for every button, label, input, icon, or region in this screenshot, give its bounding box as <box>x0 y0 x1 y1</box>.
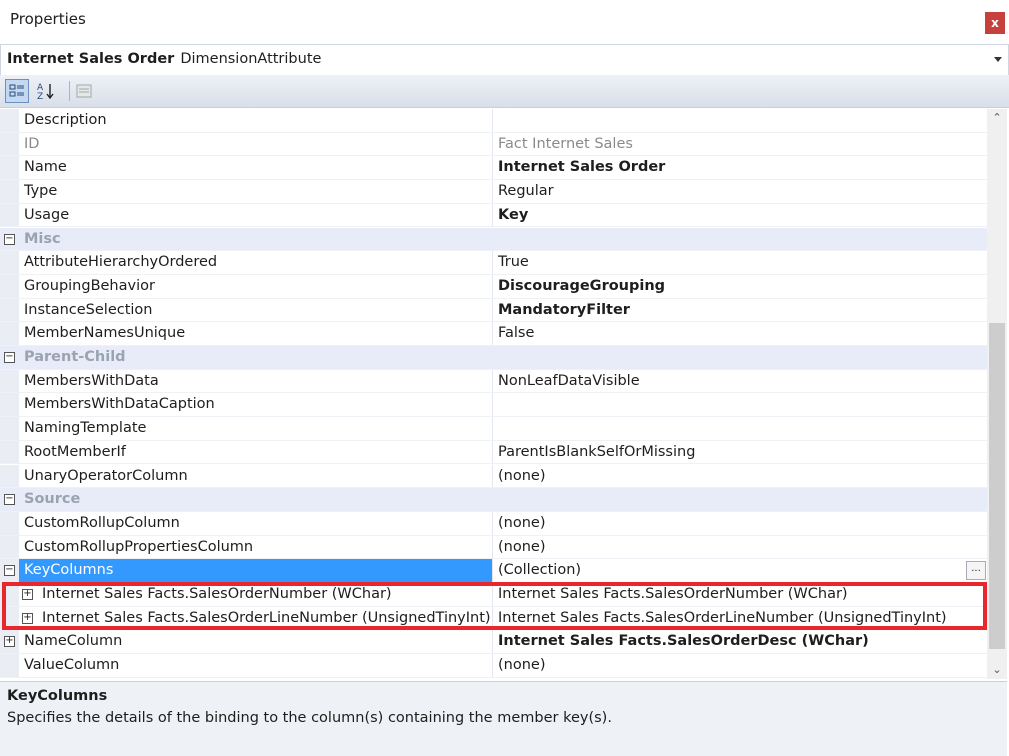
category-source[interactable]: − Source <box>0 488 987 512</box>
property-pages-icon[interactable] <box>72 79 96 103</box>
property-name: Internet Sales Facts.SalesOrderLineNumbe… <box>42 609 491 626</box>
property-value[interactable]: (none) <box>498 515 546 531</box>
property-value[interactable]: Internet Sales Facts.SalesOrderNumber (W… <box>498 586 848 602</box>
property-value[interactable]: (none) <box>498 468 546 484</box>
property-name: KeyColumns <box>24 562 114 579</box>
vertical-scrollbar[interactable]: ⌃ ⌄ <box>987 109 1007 679</box>
collapse-icon[interactable]: − <box>4 565 15 577</box>
property-row-instance-selection[interactable]: InstanceSelection MandatoryFilter <box>0 298 987 323</box>
property-value[interactable]: Key <box>498 207 528 223</box>
property-value: Fact Internet Sales <box>498 135 633 152</box>
property-name: AttributeHierarchyOrdered <box>24 254 218 271</box>
property-row-root-member-if[interactable]: RootMemberIf ParentIsBlankSelfOrMissing <box>0 440 987 465</box>
description-panel: KeyColumns Specifies the details of the … <box>0 681 1007 756</box>
scroll-thumb[interactable] <box>989 323 1005 649</box>
property-name: MemberNamesUnique <box>24 325 186 342</box>
collapse-icon[interactable]: − <box>4 494 15 506</box>
property-row-member-names-unique[interactable]: MemberNamesUnique False <box>0 322 987 346</box>
description-title: KeyColumns <box>7 688 108 704</box>
property-name: Usage <box>24 206 70 223</box>
property-name: NameColumn <box>24 633 123 650</box>
category-misc[interactable]: − Misc <box>0 227 987 252</box>
property-value[interactable]: False <box>498 325 534 341</box>
property-row-description[interactable]: Description <box>0 109 987 133</box>
property-row-custom-rollup-column[interactable]: CustomRollupColumn (none) <box>0 511 987 536</box>
property-value[interactable]: Internet Sales Facts.SalesOrderLineNumbe… <box>498 610 947 626</box>
property-row-key-columns[interactable]: − KeyColumns (Collection)... <box>0 559 987 583</box>
description-text: Specifies the details of the binding to … <box>7 710 612 726</box>
scroll-up-icon[interactable]: ⌃ <box>987 109 1007 127</box>
property-name: GroupingBehavior <box>24 277 155 294</box>
title-bar: Properties x <box>0 0 1009 40</box>
property-value[interactable]: (none) <box>498 657 546 673</box>
property-grid: Description ID Fact Internet Sales Name In… <box>0 109 987 679</box>
property-name: MembersWithDataCaption <box>24 396 215 413</box>
property-name: Description <box>24 112 107 128</box>
property-name: RootMemberIf <box>24 443 126 460</box>
category-label: Source <box>24 491 81 508</box>
property-value[interactable]: ParentIsBlankSelfOrMissing <box>498 444 695 460</box>
property-row-key-column-1[interactable]: + Internet Sales Facts.SalesOrderNumber (… <box>0 583 987 607</box>
property-value[interactable]: NonLeafDataVisible <box>498 373 640 389</box>
property-row-value-column[interactable]: ValueColumn (none) <box>0 654 987 678</box>
property-row-attribute-hierarchy-ordered[interactable]: AttributeHierarchyOrdered True <box>0 251 987 275</box>
property-value[interactable]: Internet Sales Order <box>498 159 665 175</box>
category-parent-child[interactable]: − Parent-Child <box>0 346 987 370</box>
expand-icon[interactable]: + <box>22 589 33 600</box>
category-label: Misc <box>24 230 61 247</box>
property-row-type[interactable]: Type Regular <box>0 180 987 204</box>
property-row-members-with-data[interactable]: MembersWithData NonLeafDataVisible <box>0 369 987 394</box>
expand-icon[interactable]: + <box>4 636 15 648</box>
property-name: ValueColumn <box>24 657 120 674</box>
property-name: CustomRollupColumn <box>24 514 180 531</box>
object-type: DimensionAttribute <box>180 51 322 67</box>
property-row-key-column-2[interactable]: + Internet Sales Facts.SalesOrderLineNumb… <box>0 606 987 631</box>
property-value[interactable]: (none) <box>498 539 546 555</box>
property-name: ID <box>24 135 40 152</box>
property-name: CustomRollupPropertiesColumn <box>24 538 254 555</box>
category-label: Parent-Child <box>24 349 126 365</box>
toolbar-separator <box>69 81 70 101</box>
property-name: Name <box>24 159 67 176</box>
property-value[interactable]: Regular <box>498 183 554 199</box>
property-row-unary-operator-column[interactable]: UnaryOperatorColumn (none) <box>0 464 987 489</box>
object-selector[interactable]: Internet Sales Order DimensionAttribute <box>0 44 1009 76</box>
object-name-text: Internet Sales Order <box>7 51 175 67</box>
expand-icon[interactable]: + <box>22 612 33 624</box>
svg-text:Z: Z <box>37 92 43 101</box>
alphabetical-icon[interactable]: AZ <box>34 79 58 103</box>
window-title: Properties <box>10 10 86 28</box>
property-name: InstanceSelection <box>24 301 153 318</box>
property-value[interactable]: True <box>498 254 529 270</box>
collapse-icon[interactable]: − <box>4 233 15 245</box>
chevron-down-icon[interactable] <box>994 57 1002 62</box>
property-value[interactable]: (Collection) <box>498 562 581 578</box>
property-row-grouping-behavior[interactable]: GroupingBehavior DiscourageGrouping <box>0 274 987 299</box>
categorized-icon[interactable] <box>5 79 29 103</box>
property-name: Type <box>24 183 58 200</box>
property-value[interactable]: DiscourageGrouping <box>498 278 665 294</box>
property-row-naming-template[interactable]: NamingTemplate <box>0 417 987 441</box>
property-value[interactable]: MandatoryFilter <box>498 302 630 318</box>
property-row-custom-rollup-properties-column[interactable]: CustomRollupPropertiesColumn (none) <box>0 535 987 560</box>
toolbar: AZ <box>0 75 1009 108</box>
object-name: Internet Sales Order DimensionAttribute <box>7 51 321 67</box>
property-name: NamingTemplate <box>24 420 147 437</box>
collapse-icon[interactable]: − <box>4 352 15 363</box>
property-row-id[interactable]: ID Fact Internet Sales <box>0 132 987 157</box>
property-name: MembersWithData <box>24 372 159 389</box>
scroll-down-icon[interactable]: ⌄ <box>987 661 1007 679</box>
ellipsis-button[interactable]: ... <box>966 561 986 581</box>
property-name: Internet Sales Facts.SalesOrderNumber (W… <box>42 586 392 602</box>
property-name: UnaryOperatorColumn <box>24 467 188 484</box>
property-row-name-column[interactable]: + NameColumn Internet Sales Facts.SalesOrd… <box>0 630 987 655</box>
property-row-members-with-data-caption[interactable]: MembersWithDataCaption <box>0 393 987 418</box>
property-row-name[interactable]: Name Internet Sales Order <box>0 156 987 181</box>
property-row-usage[interactable]: Usage Key <box>0 203 987 228</box>
close-button[interactable]: x <box>985 12 1005 34</box>
property-value[interactable]: Internet Sales Facts.SalesOrderDesc (WCh… <box>498 633 869 649</box>
